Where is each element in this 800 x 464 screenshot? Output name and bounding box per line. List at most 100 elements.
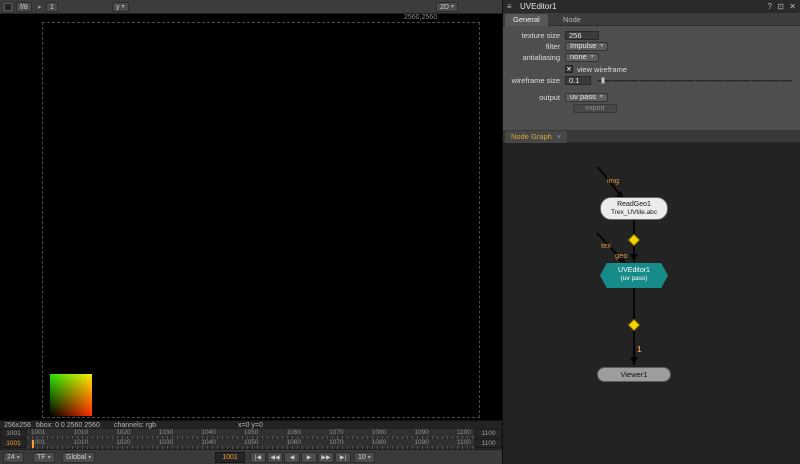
view-mode-value: 2D	[440, 3, 449, 12]
properties-tabs: General Node	[503, 13, 800, 26]
timeline-tick-label: 1080	[372, 439, 386, 446]
antialiasing-select[interactable]: none ▾	[565, 53, 599, 62]
fps-value: 24	[7, 453, 15, 463]
chevron-down-icon: ▾	[17, 453, 20, 463]
gain-value[interactable]: 1	[46, 2, 58, 12]
wireframe-size-slider[interactable]	[597, 77, 792, 84]
frame-increment-value: 10	[358, 453, 366, 463]
play-backward-button[interactable]: ◀	[284, 452, 300, 463]
resolution-label: 2560,2560	[404, 14, 437, 21]
slider-track[interactable]	[597, 80, 792, 82]
menu-icon[interactable]: ≡	[507, 2, 512, 11]
output-select[interactable]: uv pass ▾	[565, 93, 608, 102]
frame-ruler[interactable]: 1001101010201030104010501060107010801090…	[27, 429, 475, 439]
node-viewer1[interactable]: Viewer1	[597, 367, 671, 382]
gain-label[interactable]: f/8	[16, 2, 32, 12]
timeline-tick-label: 1020	[116, 429, 130, 436]
nuke-window: f/8 ▸ 1 y ▾ 2D ▾ 2560,2560 256x256 bbox:…	[0, 0, 800, 464]
output-row: output uv pass ▾	[503, 92, 800, 102]
viewer-settings-icon[interactable]	[4, 3, 12, 11]
tex-input-label: tex	[601, 241, 611, 250]
timeline-tick-label: 1020	[116, 439, 130, 446]
timeline-tick-label: 1030	[159, 429, 173, 436]
view-wireframe-label: view wireframe	[577, 65, 627, 74]
antialiasing-value: none	[570, 53, 587, 61]
float-panel-icon[interactable]: ⊡	[777, 2, 784, 11]
filter-label: filter	[503, 42, 565, 51]
close-icon[interactable]: ✕	[789, 2, 796, 11]
viewer-input-number: 1	[637, 345, 641, 354]
texture-size-label: texture size	[503, 31, 565, 40]
diamond-marker	[628, 234, 639, 245]
timeline-row-viewer: 1001 10011010102010301040105010601070108…	[0, 429, 502, 439]
timeline-tick-label: 1050	[244, 439, 258, 446]
channel-select[interactable]: y ▾	[112, 2, 129, 12]
next-frame-button[interactable]: ▶▶	[318, 452, 334, 463]
texture-size-row: texture size 256	[503, 30, 800, 40]
range-mode-select[interactable]: Global ▾	[62, 452, 95, 463]
node-graph-tab-label: Node Graph	[511, 131, 552, 143]
goto-start-button[interactable]: |◀	[250, 452, 266, 463]
tab-node[interactable]: Node	[555, 14, 589, 26]
fps-select[interactable]: 24 ▾	[3, 452, 24, 463]
uv-pass-image	[50, 374, 92, 416]
timeline-tick-label: 1060	[287, 439, 301, 446]
help-icon[interactable]: ?	[768, 2, 772, 11]
frame-increment-select[interactable]: 10 ▾	[354, 452, 375, 463]
timeline-tick-label: 1080	[372, 429, 386, 436]
playback-start-value[interactable]: 1001	[0, 439, 27, 448]
properties-titlebar: ≡ UVEditor1 ? ⊡ ✕	[503, 0, 800, 13]
range-start-value[interactable]: 1001	[0, 429, 27, 438]
filter-row: filter Impulse ▾	[503, 41, 800, 51]
texture-size-field[interactable]: 256	[565, 31, 599, 40]
node-title: ReadGeo1	[601, 201, 667, 209]
play-forward-button[interactable]: ▶	[301, 452, 317, 463]
tab-node-graph[interactable]: Node Graph ×	[505, 131, 567, 143]
tab-close-icon[interactable]: ×	[557, 131, 561, 143]
goto-end-button[interactable]: ▶|	[335, 452, 351, 463]
chevron-down-icon: ▾	[591, 53, 594, 61]
export-button[interactable]: export	[573, 104, 617, 113]
chevron-down-icon: ▾	[48, 453, 51, 463]
wireframe-size-row: wireframe size 0.1	[503, 75, 800, 85]
node-readgeo1[interactable]: ReadGeo1 Trex_UVtile.abc	[600, 197, 668, 220]
view-wireframe-checkbox[interactable]: ✕	[565, 65, 573, 73]
output-value: uv pass	[570, 93, 596, 101]
slider-handle[interactable]	[601, 77, 605, 84]
antialiasing-label: antialiasing	[503, 53, 565, 62]
properties-body: texture size 256 filter Impulse ▾ antial…	[503, 26, 800, 130]
timeline-tick-label: 1040	[201, 429, 215, 436]
node-subtitle: Trex_UVtile.abc	[601, 209, 667, 217]
playback-controls: 24 ▾ TF ▾ Global ▾ 1001 |◀◀◀◀▶▶▶▶| 10 ▾	[0, 449, 502, 464]
transport-buttons: |◀◀◀◀▶▶▶▶|	[250, 452, 351, 463]
chevron-down-icon: ▾	[600, 93, 603, 101]
timeline-tick-label: 1100	[457, 429, 471, 436]
node-graph-canvas[interactable]: img ReadGeo1 Trex_UVtile.abc tex geo UVE…	[503, 143, 800, 464]
playhead-marker[interactable]	[32, 440, 34, 448]
timeline-tick-label: 1040	[201, 439, 215, 446]
chevron-down-icon: ▾	[451, 3, 454, 12]
gain-arrow-icon[interactable]: ▸	[38, 3, 42, 11]
viewer-canvas[interactable]: 2560,2560	[0, 14, 502, 420]
node-graph-tabbar: Node Graph ×	[503, 130, 800, 143]
timeline-tick-label: 1010	[74, 439, 88, 446]
timeline-tick-label: 1060	[287, 429, 301, 436]
viewer-toolbar: f/8 ▸ 1 y ▾ 2D ▾	[0, 0, 502, 14]
node-subtitle: (uv pass)	[600, 275, 668, 283]
prev-frame-button[interactable]: ◀◀	[267, 452, 283, 463]
current-frame-field[interactable]: 1001	[215, 452, 245, 463]
range-end-value[interactable]: 1100	[475, 429, 502, 438]
tf-select[interactable]: TF ▾	[33, 452, 55, 463]
img-input-label: img	[607, 176, 619, 185]
chevron-down-icon: ▾	[600, 42, 603, 50]
playback-end-value[interactable]: 1100	[475, 439, 502, 448]
wireframe-size-field[interactable]: 0.1	[565, 76, 591, 85]
geo-input-label: geo	[615, 251, 628, 260]
tab-general[interactable]: General	[505, 14, 548, 26]
view-mode-select[interactable]: 2D ▾	[436, 2, 458, 12]
filter-value: Impulse	[570, 42, 596, 50]
range-mode-value: Global	[66, 453, 86, 463]
node-uveditor1[interactable]: UVEditor1 (uv pass)	[600, 263, 668, 288]
frame-ruler[interactable]: 1001101010201030104010501060107010801090…	[27, 439, 475, 449]
filter-select[interactable]: Impulse ▾	[565, 42, 608, 51]
